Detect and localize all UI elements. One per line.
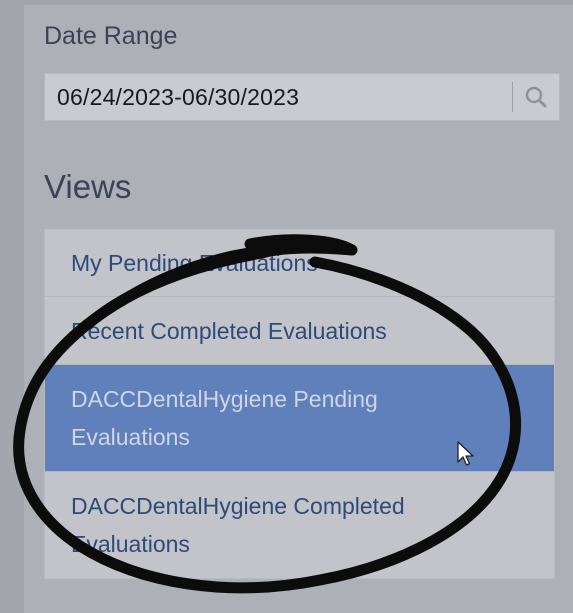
view-item-daccdentalhygiene-completed-evaluations[interactable]: DACCDentalHygiene Completed Evaluations	[45, 472, 554, 578]
views-heading: Views	[44, 168, 132, 205]
date-range-label: Date Range	[44, 22, 178, 50]
search-button[interactable]	[513, 74, 559, 120]
top-strip	[24, 0, 573, 5]
view-item-recent-completed-evaluations[interactable]: Recent Completed Evaluations	[45, 297, 554, 365]
view-item-daccdentalhygiene-pending-evaluations[interactable]: DACCDentalHygiene Pending Evaluations	[45, 365, 554, 472]
view-item-label: DACCDentalHygiene Pending Evaluations	[71, 386, 378, 450]
view-item-label: Recent Completed Evaluations	[71, 317, 387, 344]
date-range-field[interactable]: 06/24/2023-06/30/2023	[44, 73, 560, 121]
view-item-label: DACCDentalHygiene Completed Evaluations	[71, 493, 405, 557]
search-icon[interactable]	[524, 85, 548, 109]
date-range-input[interactable]: 06/24/2023-06/30/2023	[45, 84, 512, 111]
views-list: My Pending Evaluations Recent Completed …	[44, 229, 555, 579]
view-item-my-pending-evaluations[interactable]: My Pending Evaluations	[45, 230, 554, 297]
view-item-label: My Pending Evaluations	[71, 250, 318, 276]
mouse-pointer-icon	[457, 441, 474, 466]
left-edge-panel	[0, 0, 24, 613]
app-screen: Date Range 06/24/2023-06/30/2023 Views M…	[0, 0, 573, 613]
